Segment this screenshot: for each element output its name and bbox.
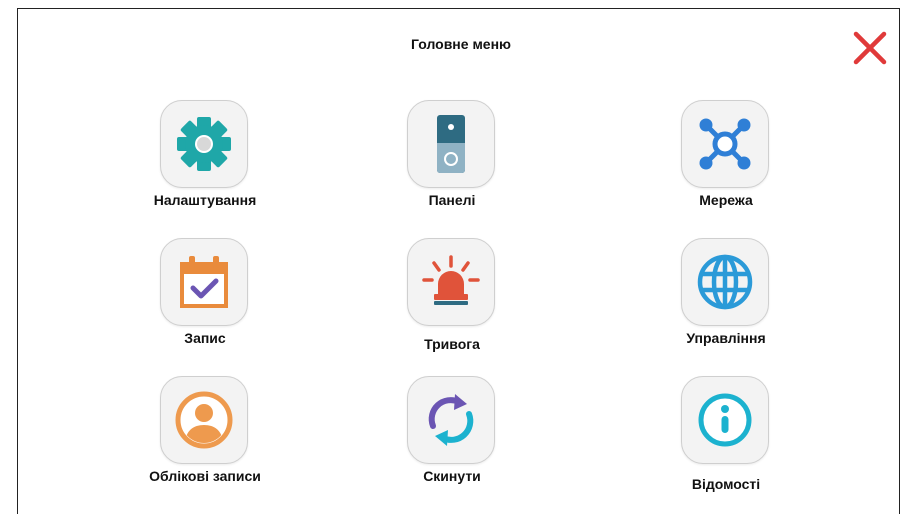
alarm-label: Тривога (424, 336, 480, 352)
calendar-check-icon (180, 256, 228, 308)
menu-item-alarm[interactable]: Тривога (352, 238, 552, 368)
reset-arrows-icon (428, 394, 474, 446)
network-tile-icon-box[interactable] (681, 100, 769, 188)
user-account-icon (175, 391, 233, 449)
recording-tile-icon-box[interactable] (160, 238, 248, 326)
reset-label: Скинути (423, 468, 481, 484)
accounts-tile-icon-box[interactable] (160, 376, 248, 464)
recording-label: Запис (184, 330, 226, 346)
management-label: Управління (686, 330, 766, 346)
reset-tile-icon-box[interactable] (407, 376, 495, 464)
close-button[interactable] (850, 28, 890, 68)
management-tile-icon-box[interactable] (681, 238, 769, 326)
accounts-label: Облікові записи (149, 468, 261, 484)
menu-item-management[interactable]: Управління (626, 238, 826, 368)
network-icon (699, 118, 751, 170)
menu-item-accounts[interactable]: Облікові записи (105, 376, 305, 506)
panels-label: Панелі (428, 192, 476, 208)
menu-item-panels[interactable]: Панелі (352, 100, 552, 230)
main-menu-screen: Головне меню Налаштування Панелі Мережа … (0, 0, 922, 514)
panels-tile-icon-box[interactable] (407, 100, 495, 188)
info-tile-icon-box[interactable] (681, 376, 769, 464)
page-title: Головне меню (411, 36, 511, 52)
globe-icon (697, 254, 753, 310)
alarm-siren-icon (422, 255, 480, 305)
gear-icon (177, 117, 231, 171)
settings-tile-icon-box[interactable] (160, 100, 248, 188)
info-label: Відомості (691, 476, 761, 492)
menu-item-info[interactable]: Відомості (626, 376, 826, 506)
menu-item-network[interactable]: Мережа (626, 100, 826, 230)
network-label: Мережа (699, 192, 753, 208)
close-icon[interactable] (850, 28, 890, 68)
info-icon (698, 393, 752, 447)
settings-label: Налаштування (153, 192, 257, 208)
alarm-tile-icon-box[interactable] (407, 238, 495, 326)
door-panel-icon (437, 115, 465, 173)
menu-item-recording[interactable]: Запис (105, 238, 305, 368)
menu-item-settings[interactable]: Налаштування (105, 100, 305, 230)
menu-item-reset[interactable]: Скинути (352, 376, 552, 506)
